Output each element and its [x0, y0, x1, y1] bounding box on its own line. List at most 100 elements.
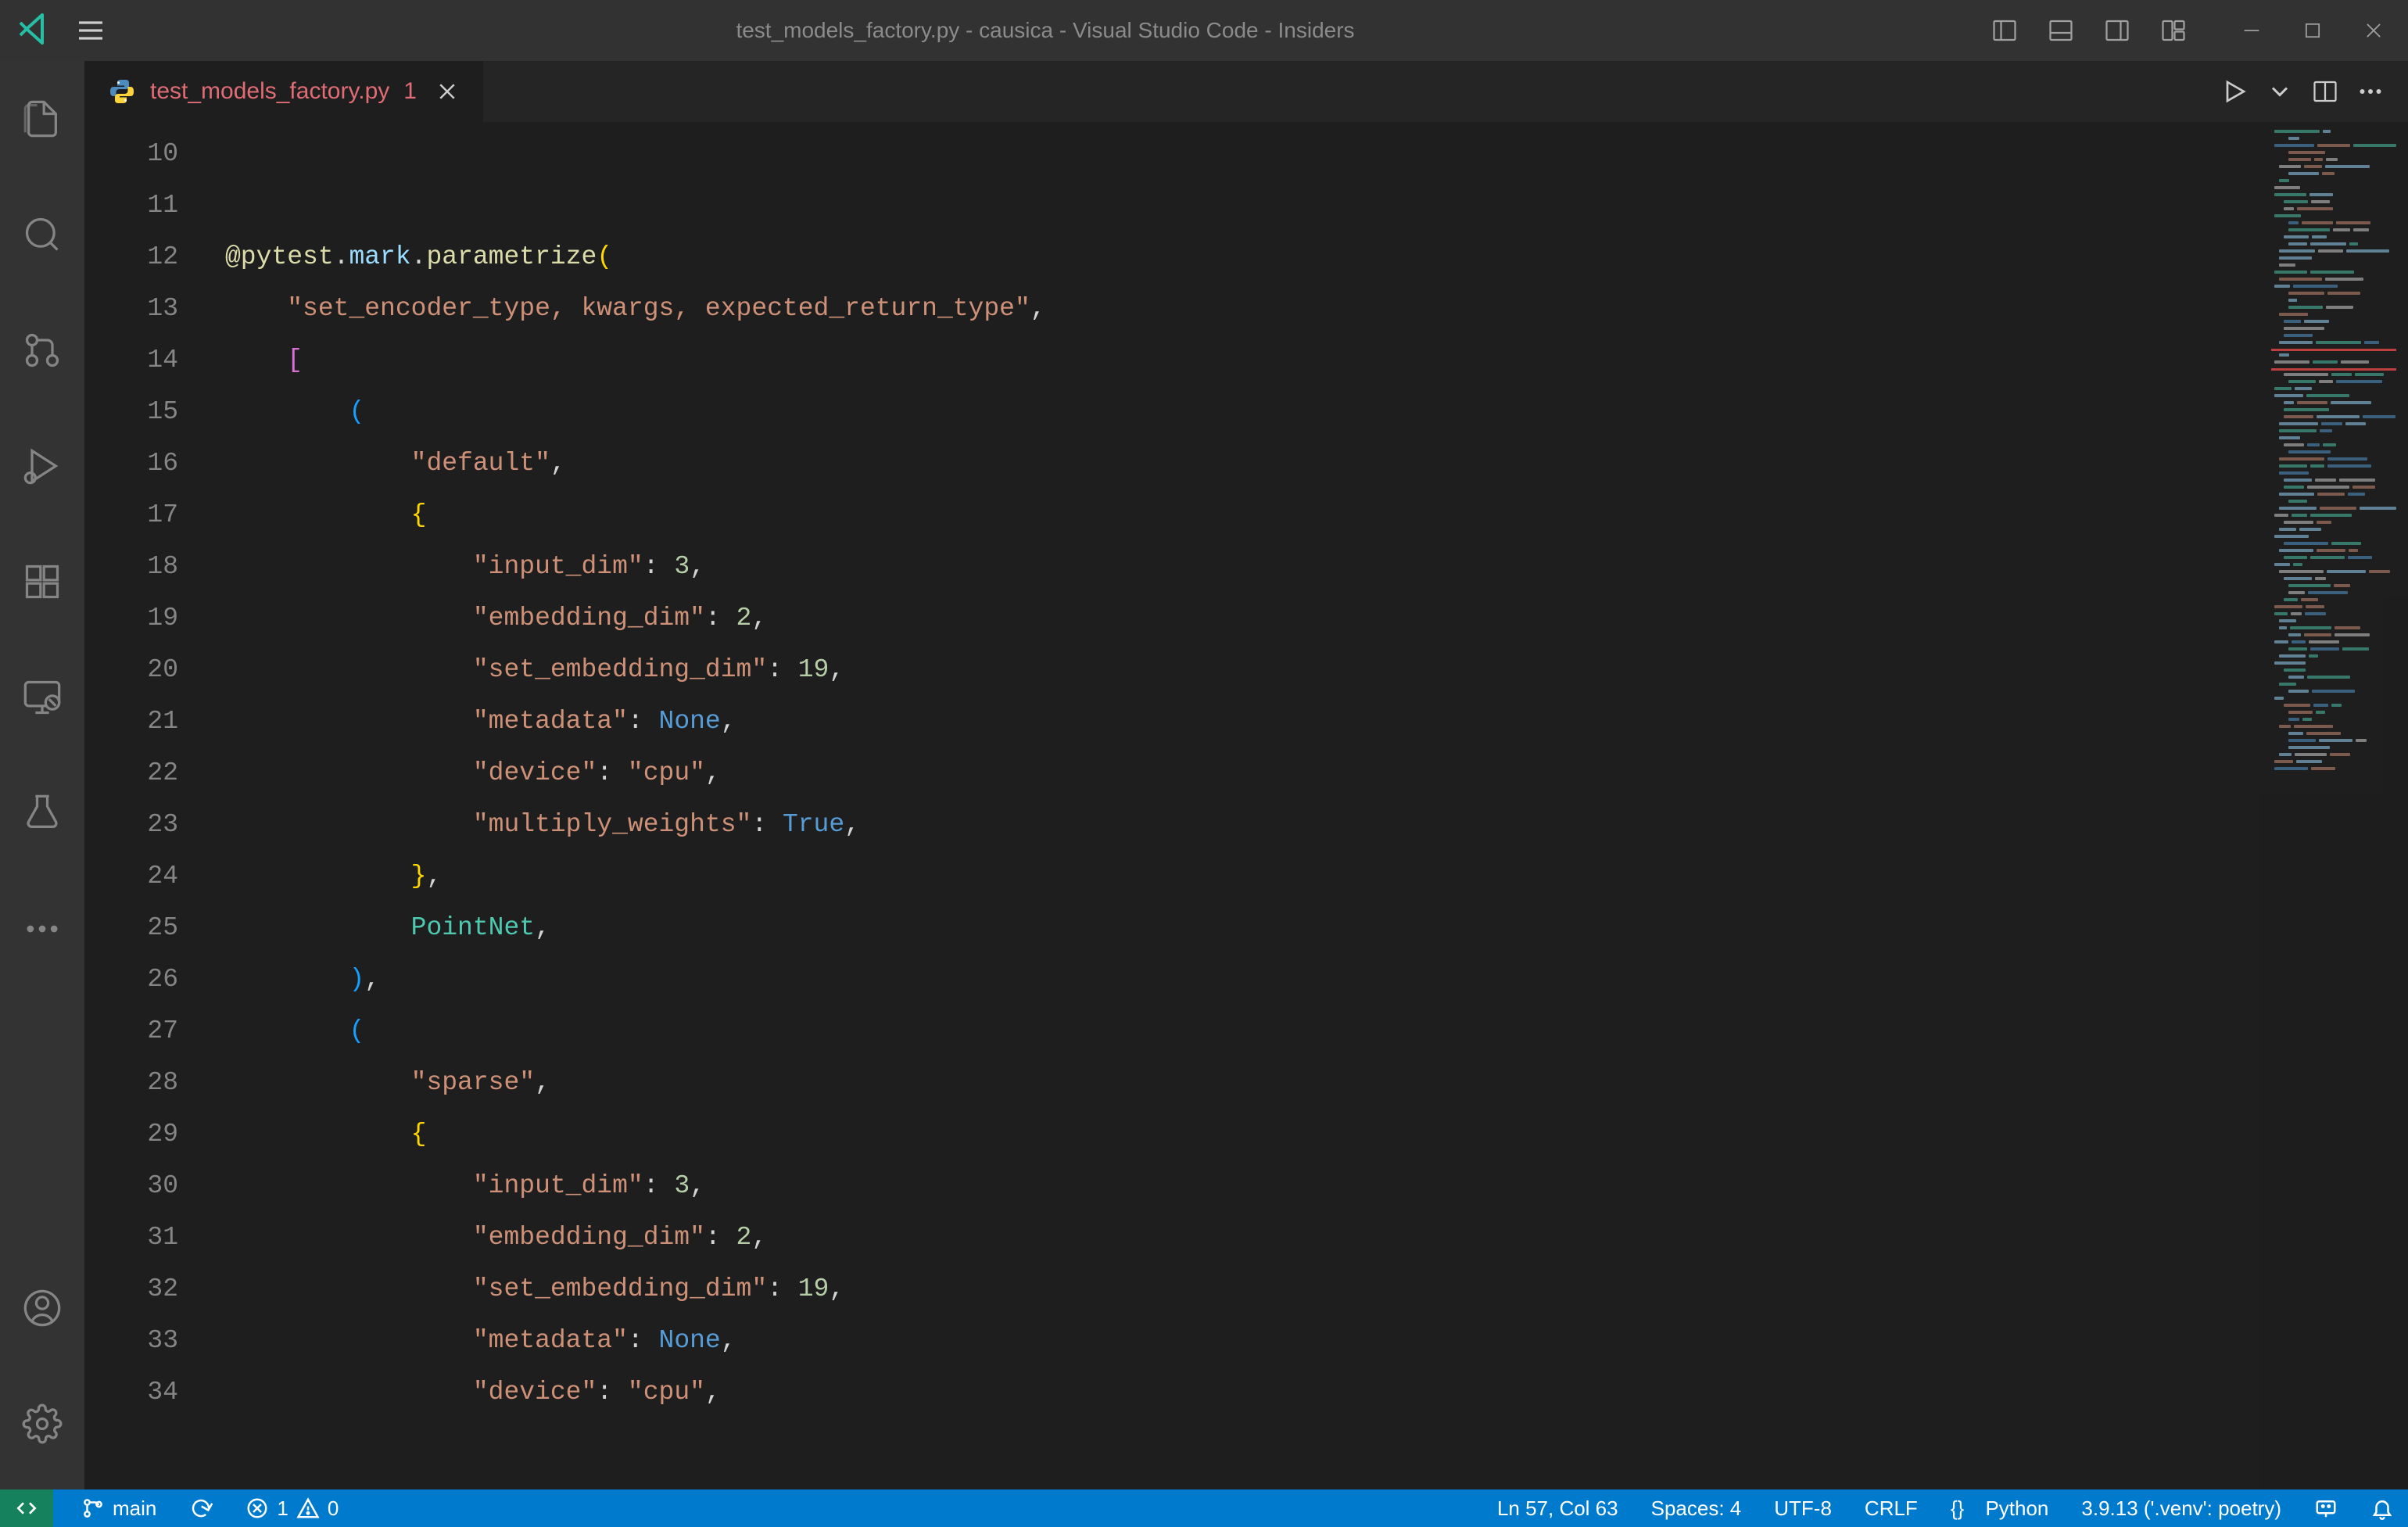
code-line[interactable]: { — [225, 1109, 2408, 1160]
vscode-logo-icon — [16, 10, 53, 52]
status-notifications-icon[interactable] — [2366, 1497, 2399, 1520]
code-line[interactable]: "input_dim": 3, — [225, 541, 2408, 593]
tab-close-icon[interactable] — [435, 80, 459, 103]
line-number: 23 — [84, 799, 178, 851]
search-icon[interactable] — [0, 192, 84, 277]
code-line[interactable] — [225, 128, 2408, 180]
code-line[interactable]: PointNet, — [225, 902, 2408, 954]
python-file-icon — [108, 77, 136, 106]
tab-dirty-indicator: 1 — [403, 78, 417, 105]
layout-panel-bottom-icon[interactable] — [2041, 10, 2081, 51]
line-number-gutter: 1011121314151617181920212223242526272829… — [84, 122, 225, 1489]
line-number: 24 — [84, 851, 178, 902]
source-control-icon[interactable] — [0, 308, 84, 393]
code-line[interactable]: @pytest.mark.parametrize( — [225, 231, 2408, 283]
run-debug-icon[interactable] — [0, 424, 84, 508]
code-line[interactable]: "set_encoder_type, kwargs, expected_retu… — [225, 283, 2408, 335]
status-branch[interactable]: main — [77, 1497, 161, 1521]
code-line[interactable]: ( — [225, 1005, 2408, 1057]
line-number: 25 — [84, 902, 178, 954]
status-eol[interactable]: CRLF — [1860, 1497, 1922, 1521]
tab-bar: test_models_factory.py 1 — [84, 61, 2408, 122]
window-title: test_models_factory.py - causica - Visua… — [106, 18, 1984, 43]
line-number: 31 — [84, 1212, 178, 1264]
line-number: 27 — [84, 1005, 178, 1057]
layout-sidebar-left-icon[interactable] — [1984, 10, 2025, 51]
code-line[interactable]: "sparse", — [225, 1057, 2408, 1109]
status-sync[interactable] — [185, 1497, 217, 1520]
layout-sidebar-right-icon[interactable] — [2097, 10, 2137, 51]
extensions-icon[interactable] — [0, 539, 84, 624]
accounts-icon[interactable] — [0, 1266, 84, 1350]
line-number: 16 — [84, 438, 178, 489]
line-number: 11 — [84, 180, 178, 231]
line-number: 13 — [84, 283, 178, 335]
run-chevron-icon[interactable] — [2266, 77, 2294, 106]
code-line[interactable]: ( — [225, 386, 2408, 438]
title-bar: test_models_factory.py - causica - Visua… — [0, 0, 2408, 61]
code-line[interactable]: "set_embedding_dim": 19, — [225, 1264, 2408, 1315]
explorer-icon[interactable] — [0, 77, 84, 161]
branch-name: main — [113, 1497, 156, 1521]
line-number: 17 — [84, 489, 178, 541]
testing-icon[interactable] — [0, 771, 84, 855]
code-line[interactable]: ), — [225, 954, 2408, 1005]
code-line[interactable]: "device": "cpu", — [225, 747, 2408, 799]
more-icon[interactable] — [0, 887, 84, 971]
code-line[interactable]: "set_embedding_dim": 19, — [225, 644, 2408, 696]
minimize-icon[interactable] — [2233, 12, 2270, 49]
status-language[interactable]: {} Python — [1946, 1497, 2054, 1521]
customize-layout-icon[interactable] — [2153, 10, 2194, 51]
code-view[interactable]: @pytest.mark.parametrize( "set_encoder_t… — [225, 122, 2408, 1489]
line-number: 21 — [84, 696, 178, 747]
run-icon[interactable] — [2220, 77, 2249, 106]
menu-icon[interactable] — [75, 15, 106, 46]
status-feedback-icon[interactable] — [2309, 1497, 2342, 1520]
code-line[interactable]: "metadata": None, — [225, 696, 2408, 747]
code-line[interactable] — [225, 180, 2408, 231]
settings-gear-icon[interactable] — [0, 1382, 84, 1466]
status-indent[interactable]: Spaces: 4 — [1647, 1497, 1747, 1521]
code-line[interactable]: "device": "cpu", — [225, 1367, 2408, 1418]
line-number: 19 — [84, 593, 178, 644]
status-bar: main 1 0 Ln 57, Col 63 Spaces: 4 UTF-8 C… — [0, 1489, 2408, 1527]
line-number: 33 — [84, 1315, 178, 1367]
line-number: 26 — [84, 954, 178, 1005]
code-line[interactable]: "input_dim": 3, — [225, 1160, 2408, 1212]
code-line[interactable]: "embedding_dim": 2, — [225, 1212, 2408, 1264]
close-icon[interactable] — [2355, 12, 2392, 49]
line-number: 20 — [84, 644, 178, 696]
status-interpreter[interactable]: 3.9.13 ('.venv': poetry) — [2077, 1497, 2286, 1521]
minimap[interactable] — [2259, 122, 2408, 1489]
more-actions-icon[interactable] — [2356, 77, 2385, 106]
editor-content[interactable]: 1011121314151617181920212223242526272829… — [84, 122, 2408, 1489]
line-number: 28 — [84, 1057, 178, 1109]
maximize-icon[interactable] — [2294, 12, 2331, 49]
error-count: 1 — [277, 1497, 288, 1521]
line-number: 30 — [84, 1160, 178, 1212]
status-encoding[interactable]: UTF-8 — [1769, 1497, 1836, 1521]
status-problems[interactable]: 1 0 — [241, 1497, 343, 1521]
line-number: 18 — [84, 541, 178, 593]
code-line[interactable]: }, — [225, 851, 2408, 902]
code-line[interactable]: "metadata": None, — [225, 1315, 2408, 1367]
split-editor-icon[interactable] — [2311, 77, 2339, 106]
line-number: 10 — [84, 128, 178, 180]
code-line[interactable]: [ — [225, 335, 2408, 386]
code-line[interactable]: "embedding_dim": 2, — [225, 593, 2408, 644]
status-cursor[interactable]: Ln 57, Col 63 — [1492, 1497, 1623, 1521]
remote-explorer-icon[interactable] — [0, 655, 84, 740]
line-number: 15 — [84, 386, 178, 438]
line-number: 29 — [84, 1109, 178, 1160]
line-number: 32 — [84, 1264, 178, 1315]
code-line[interactable]: "default", — [225, 438, 2408, 489]
line-number: 14 — [84, 335, 178, 386]
code-line[interactable]: { — [225, 489, 2408, 541]
tab-active[interactable]: test_models_factory.py 1 — [84, 61, 483, 122]
code-line[interactable]: "multiply_weights": True, — [225, 799, 2408, 851]
tab-label: test_models_factory.py — [150, 78, 389, 105]
line-number: 34 — [84, 1367, 178, 1418]
remote-indicator[interactable] — [0, 1489, 53, 1527]
line-number: 12 — [84, 231, 178, 283]
warning-count: 0 — [328, 1497, 339, 1521]
